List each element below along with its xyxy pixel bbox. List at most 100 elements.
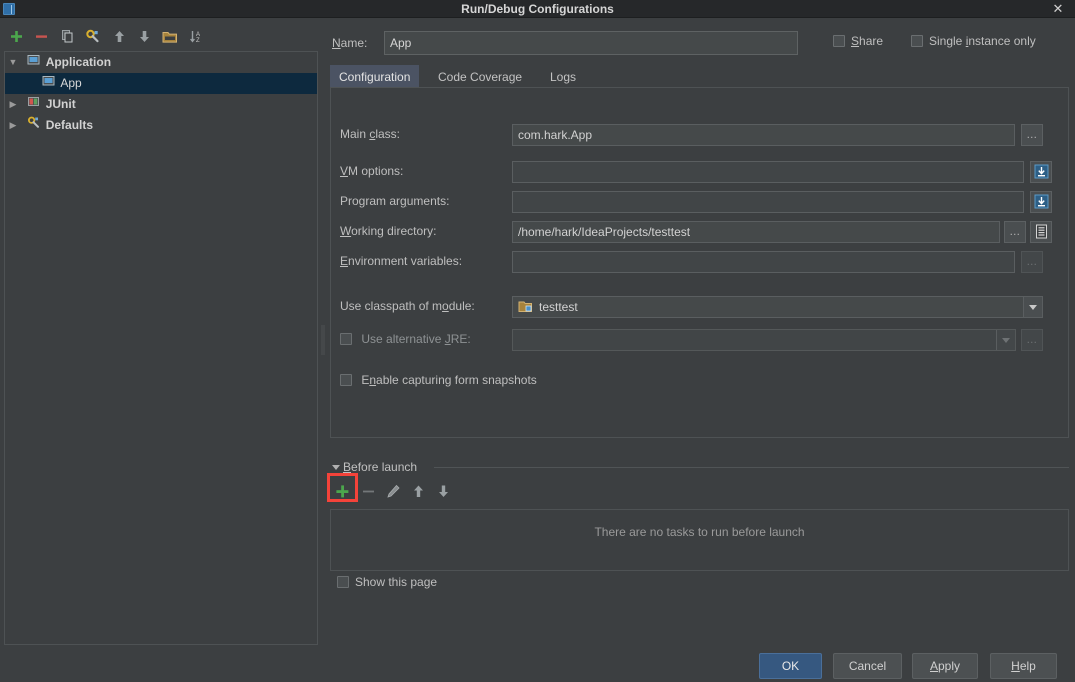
editor-tabs: Configuration Code Coverage Logs (330, 65, 1069, 87)
checkbox-box[interactable] (911, 35, 923, 47)
configurations-toolbar: A Z (4, 25, 318, 49)
single-instance-only-label: Single instance only (929, 34, 1036, 48)
move-task-down-button[interactable] (435, 483, 455, 503)
chevron-down-icon[interactable] (1023, 297, 1042, 317)
use-alternative-jre-checkbox[interactable]: Use alternative JRE: (340, 332, 471, 346)
tree-item-label: Defaults (45, 118, 94, 133)
vm-options-label: VM options: (340, 164, 404, 178)
checkbox-box[interactable] (340, 374, 352, 386)
use-alternative-jre-label: Use alternative JRE: (361, 332, 471, 346)
use-classpath-of-module-row: Use classpath of module: testtest (331, 296, 1070, 318)
apply-button[interactable]: Apply (912, 653, 978, 679)
before-launch-title: Before launch (343, 460, 418, 474)
chevron-down-icon[interactable] (332, 464, 341, 473)
ellipsis-icon: … (1026, 334, 1038, 346)
use-alternative-jre-browse-button[interactable]: … (1021, 329, 1043, 351)
help-button[interactable]: Help (990, 653, 1057, 679)
main-class-browse-button[interactable]: … (1021, 124, 1043, 146)
name-label: Name: (332, 36, 368, 50)
before-launch-tasks-list[interactable]: There are no tasks to run before launch (330, 509, 1069, 571)
window-titlebar: Run/Debug Configurations ✕ (0, 0, 1075, 18)
remove-task-button[interactable] (360, 483, 380, 503)
add-task-button[interactable] (334, 483, 354, 503)
remove-configuration-button[interactable] (31, 28, 51, 46)
enable-capturing-form-snapshots-label: Enable capturing form snapshots (361, 373, 537, 387)
program-arguments-label: Program arguments: (340, 194, 450, 208)
checkbox-box[interactable] (337, 576, 349, 588)
add-configuration-button[interactable] (6, 28, 26, 46)
chevron-down-icon[interactable] (996, 330, 1015, 350)
vm-options-row: VM options: (331, 161, 1070, 183)
working-directory-macro-button[interactable] (1030, 221, 1052, 243)
chevron-right-icon[interactable]: ▶ (5, 94, 21, 115)
module-icon (518, 299, 533, 317)
edit-defaults-button[interactable] (82, 28, 102, 46)
edit-task-button[interactable] (385, 483, 405, 503)
program-arguments-row: Program arguments: (331, 191, 1070, 213)
tab-code-coverage[interactable]: Code Coverage (429, 65, 531, 87)
chevron-down-icon[interactable]: ▼ (5, 52, 21, 73)
checkbox-box[interactable] (833, 35, 845, 47)
working-directory-browse-button[interactable]: … (1004, 221, 1026, 243)
ok-button[interactable]: OK (759, 653, 822, 679)
use-classpath-of-module-label: Use classpath of module: (340, 299, 475, 313)
insert-macro-icon (1035, 224, 1047, 239)
cancel-button[interactable]: Cancel (833, 653, 902, 679)
vm-options-input[interactable] (512, 161, 1024, 183)
enable-capturing-form-snapshots-checkbox[interactable]: Enable capturing form snapshots (340, 373, 537, 387)
checkbox-box[interactable] (340, 333, 352, 345)
environment-variables-label: Environment variables: (340, 254, 463, 268)
use-classpath-of-module-value: testtest (539, 300, 578, 314)
ellipsis-icon: … (1009, 226, 1021, 238)
before-launch-empty-message: There are no tasks to run before launch (594, 525, 805, 539)
create-folder-button[interactable] (160, 28, 180, 46)
vm-options-expand-button[interactable] (1030, 161, 1052, 183)
move-task-up-button[interactable] (410, 483, 430, 503)
configurations-panel: A Z ▼ Application App ▶ JUnit ▶ Defaults (4, 25, 318, 645)
program-arguments-expand-button[interactable] (1030, 191, 1052, 213)
use-alternative-jre-combobox[interactable] (512, 329, 1016, 351)
sort-configurations-button[interactable]: A Z (186, 28, 206, 46)
move-down-button[interactable] (134, 28, 154, 46)
main-class-label: Main class: (340, 127, 401, 141)
environment-variables-browse-button[interactable]: … (1021, 251, 1043, 273)
chevron-right-icon[interactable]: ▶ (5, 115, 21, 136)
use-classpath-of-module-combobox[interactable]: testtest (512, 296, 1043, 318)
tree-item-label: App (60, 76, 82, 91)
panel-splitter[interactable] (319, 25, 327, 645)
working-directory-row: Working directory: /home/hark/IdeaProjec… (331, 221, 1070, 243)
junit-icon (24, 94, 42, 115)
environment-variables-row: Environment variables: … (331, 251, 1070, 273)
tab-configuration[interactable]: Configuration (330, 65, 420, 87)
share-label: Share (851, 34, 884, 48)
application-icon (24, 52, 42, 73)
copy-configuration-button[interactable] (57, 28, 77, 46)
tree-item-label: JUnit (45, 97, 76, 112)
environment-variables-input[interactable] (512, 251, 1015, 273)
before-launch-toolbar (330, 483, 1069, 505)
use-alternative-jre-row: Use alternative JRE: … (331, 329, 1070, 351)
configurations-tree[interactable]: ▼ Application App ▶ JUnit ▶ Defaults (4, 51, 318, 645)
svg-text:Z: Z (196, 38, 200, 44)
name-row: Name: Share Single instance only (328, 31, 1069, 57)
tree-item-application[interactable]: ▼ Application (5, 52, 317, 73)
working-directory-input[interactable]: /home/hark/IdeaProjects/testtest (512, 221, 1000, 243)
tree-item-app[interactable]: App (5, 73, 317, 94)
program-arguments-input[interactable] (512, 191, 1024, 213)
show-this-page-label: Show this page (355, 575, 438, 589)
window-title: Run/Debug Configurations (461, 2, 614, 16)
dialog-content: A Z ▼ Application App ▶ JUnit ▶ Defaults… (0, 19, 1075, 682)
working-directory-label: Working directory: (340, 224, 437, 238)
name-input[interactable] (384, 31, 798, 55)
tab-logs[interactable]: Logs (541, 65, 585, 87)
close-icon[interactable]: ✕ (1047, 0, 1069, 18)
main-class-input[interactable]: com.hark.App (512, 124, 1015, 146)
tree-item-defaults[interactable]: ▶ Defaults (5, 115, 317, 136)
ellipsis-icon: … (1026, 256, 1038, 268)
move-up-button[interactable] (109, 28, 129, 46)
enable-capturing-form-snapshots-row: Enable capturing form snapshots (331, 370, 1070, 392)
wrench-icon (24, 115, 42, 136)
splitter-grip[interactable] (321, 325, 325, 355)
ellipsis-icon: … (1026, 129, 1038, 141)
tree-item-junit[interactable]: ▶ JUnit (5, 94, 317, 115)
